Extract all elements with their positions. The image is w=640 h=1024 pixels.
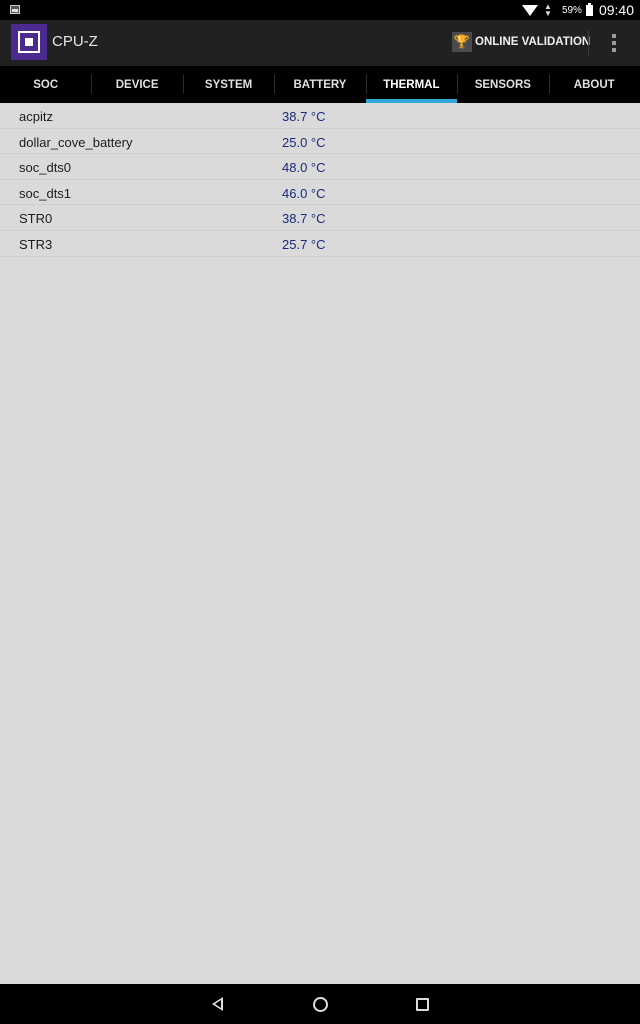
- tab-bar: SOC DEVICE SYSTEM BATTERY THERMAL SENSOR…: [0, 66, 640, 103]
- list-item: soc_dts1 46.0 °C: [0, 180, 640, 206]
- back-triangle-icon[interactable]: [208, 994, 228, 1014]
- sensor-name: soc_dts1: [19, 185, 72, 201]
- thermal-list: acpitz 38.7 °C dollar_cove_battery 25.0 …: [0, 103, 640, 257]
- clock: 09:40: [598, 2, 634, 18]
- list-item: STR3 25.7 °C: [0, 231, 640, 257]
- list-item: dollar_cove_battery 25.0 °C: [0, 129, 640, 155]
- navigation-bar: [0, 984, 640, 1024]
- recents-square-icon[interactable]: [412, 994, 432, 1014]
- online-validation-label: ONLINE VALIDATION: [475, 36, 591, 48]
- sensor-value: 38.7 °C: [282, 211, 326, 227]
- sensor-value: 25.0 °C: [282, 134, 326, 150]
- tab-soc[interactable]: SOC: [0, 66, 91, 103]
- tab-sensors[interactable]: SENSORS: [457, 66, 548, 103]
- more-vert-icon[interactable]: [606, 32, 622, 54]
- trophy-icon: 🏆: [452, 32, 472, 52]
- sensor-value: 48.0 °C: [282, 160, 326, 176]
- sensor-value: 25.7 °C: [282, 236, 326, 252]
- home-circle-icon[interactable]: [310, 994, 330, 1014]
- tab-battery[interactable]: BATTERY: [274, 66, 365, 103]
- sensor-name: STR0: [19, 211, 53, 227]
- list-item: STR0 38.7 °C: [0, 205, 640, 231]
- status-indicators: ▲ ▼ 59% 09:40: [522, 0, 634, 20]
- sensor-value: 38.7 °C: [282, 109, 326, 124]
- data-arrows-icon: ▲ ▼: [544, 2, 552, 18]
- list-item: soc_dts0 48.0 °C: [0, 154, 640, 180]
- wifi-icon: [522, 4, 539, 16]
- list-item: acpitz 38.7 °C: [0, 103, 640, 129]
- sensor-name: acpitz: [19, 109, 53, 124]
- tab-system[interactable]: SYSTEM: [182, 66, 274, 103]
- divider: [588, 30, 589, 56]
- cpu-chip-icon: [11, 24, 47, 60]
- app-title: CPU-Z: [52, 33, 98, 50]
- tab-device[interactable]: DEVICE: [91, 66, 182, 103]
- tab-about[interactable]: ABOUT: [548, 66, 640, 103]
- battery-percent: 59%: [561, 4, 582, 16]
- sensor-name: dollar_cove_battery: [19, 134, 133, 150]
- tab-thermal[interactable]: THERMAL: [365, 66, 458, 103]
- status-bar: ▲ ▼ 59% 09:40: [0, 0, 640, 20]
- notification-image-icon: [10, 5, 20, 14]
- sensor-value: 46.0 °C: [282, 185, 326, 201]
- sensor-name: STR3: [19, 236, 53, 252]
- app-bar: CPU-Z 🏆 ONLINE VALIDATION: [0, 20, 640, 66]
- online-validation-button[interactable]: 🏆 ONLINE VALIDATION: [452, 31, 590, 53]
- battery-icon: [585, 2, 593, 16]
- sensor-name: soc_dts0: [19, 160, 72, 176]
